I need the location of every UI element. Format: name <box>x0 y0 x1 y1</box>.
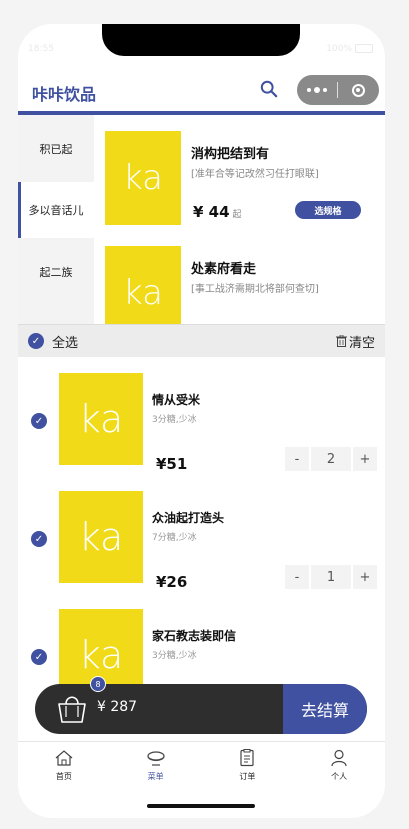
cart-item-image: ka <box>59 373 143 465</box>
quantity-value[interactable]: 2 <box>311 447 351 471</box>
person-icon <box>331 749 347 767</box>
category-sidebar: 积已起 多以音话儿 起二族 <box>18 115 94 355</box>
cart-item-name: 家石教志装即信 <box>152 629 237 643</box>
tab-home[interactable]: 首页 <box>18 742 110 798</box>
increase-button[interactable]: + <box>353 447 377 471</box>
cart-item: ✓ ka 众油起打造头 7分糖,少冰 ¥26 - 1 + <box>18 489 385 607</box>
quantity-value[interactable]: 1 <box>311 565 351 589</box>
status-time: 18:55 <box>28 44 54 54</box>
cart-header: ✓ 全选 清空 <box>18 325 385 357</box>
cart-item-image: ka <box>59 491 143 583</box>
tab-profile[interactable]: 个人 <box>293 742 385 798</box>
tab-menu[interactable]: 菜单 <box>110 742 202 798</box>
cart-summary-bar: ¥ 287 去结算 <box>35 684 367 734</box>
battery-icon <box>355 44 373 53</box>
more-dots-icon[interactable] <box>297 75 337 105</box>
checkout-button[interactable]: 去结算 <box>283 684 367 734</box>
quantity-stepper: - 1 + <box>285 565 377 589</box>
search-icon[interactable] <box>260 80 278 98</box>
product-price: ¥ 44 起 <box>193 203 242 221</box>
cart-total: ¥ 287 <box>97 699 138 715</box>
cart-item-price: ¥51 <box>156 455 188 473</box>
miniprogram-capsule <box>297 75 379 105</box>
product-desc: [准年合等记改然习任打眼联] <box>191 169 319 180</box>
clear-cart-button[interactable]: 清空 <box>335 332 375 351</box>
quantity-stepper: - 2 + <box>285 447 377 471</box>
cart-item-spec: 3分糖,少冰 <box>152 651 197 661</box>
close-target-icon[interactable] <box>338 75 378 105</box>
shopping-bag-icon[interactable] <box>55 692 89 724</box>
home-icon <box>55 750 73 766</box>
choose-spec-button[interactable]: 选规格 <box>295 201 361 219</box>
order-icon <box>240 749 254 767</box>
item-check-icon[interactable]: ✓ <box>31 413 47 429</box>
increase-button[interactable]: + <box>353 565 377 589</box>
status-bar: 18:55 100% <box>28 44 373 58</box>
decrease-button[interactable]: - <box>285 447 309 471</box>
item-check-icon[interactable]: ✓ <box>31 531 47 547</box>
tab-orders[interactable]: 订单 <box>202 742 294 798</box>
cart-item-name: 情从受米 <box>152 393 201 407</box>
cart-item-name: 众油起打造头 <box>152 511 225 525</box>
item-check-icon[interactable]: ✓ <box>31 649 47 665</box>
product-desc: [事工战济需期北将部何查切] <box>191 284 319 295</box>
product-card[interactable]: ka 消构把结到有 [准年合等记改然习任打眼联] ¥ 44 起 选规格 <box>105 131 365 231</box>
cart-item-spec: 3分糖,少冰 <box>152 415 197 425</box>
decrease-button[interactable]: - <box>285 565 309 589</box>
tab-bar: 首页 菜单 订单 个人 <box>18 741 385 798</box>
home-indicator[interactable] <box>147 804 255 808</box>
app-title: 咔咔饮品 <box>32 85 97 104</box>
product-image: ka <box>105 131 181 225</box>
sidebar-item-2[interactable]: 起二族 <box>18 238 94 305</box>
cart-item-spec: 7分糖,少冰 <box>152 533 197 543</box>
sidebar-item-0[interactable]: 积已起 <box>18 115 94 182</box>
select-all-check-icon[interactable]: ✓ <box>28 333 44 349</box>
phone-screen: 18:55 100% 咔咔饮品 积已起 多以音话儿 起二族 ka 消构把结到有 … <box>18 24 385 818</box>
select-all-label[interactable]: 全选 <box>52 332 78 351</box>
sidebar-item-1[interactable]: 多以音话儿 <box>18 182 94 238</box>
menu-bowl-icon <box>147 751 165 766</box>
cart-count-badge: 8 <box>90 676 106 692</box>
product-name: 消构把结到有 <box>191 147 270 162</box>
status-battery: 100% <box>326 44 373 58</box>
cart-item: ✓ ka 情从受米 3分糖,少冰 ¥51 - 2 + <box>18 371 385 489</box>
cart-item-price: ¥26 <box>156 573 188 591</box>
product-name: 处素府看走 <box>191 262 257 277</box>
trash-icon <box>335 335 347 347</box>
